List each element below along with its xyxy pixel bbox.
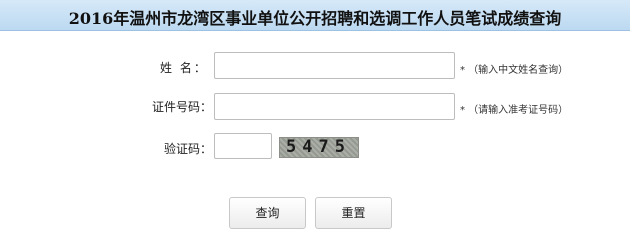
- captcha-input[interactable]: [214, 133, 272, 159]
- id-number-label: 证件号码：: [152, 100, 213, 114]
- id-number-hint: * （请输入准考证号码）: [460, 105, 569, 116]
- reset-button[interactable]: 重置: [315, 197, 392, 229]
- name-label: 姓 名：: [160, 61, 208, 75]
- name-hint: * （输入中文姓名查询）: [460, 65, 569, 76]
- query-button[interactable]: 查询: [229, 197, 306, 229]
- name-input[interactable]: [214, 52, 455, 79]
- captcha-image[interactable]: 5475: [279, 137, 359, 158]
- id-number-input[interactable]: [214, 93, 455, 120]
- captcha-label: 验证码：: [164, 142, 213, 156]
- page-title: 2016年温州市龙湾区事业单位公开招聘和选调工作人员笔试成绩查询: [68, 9, 562, 28]
